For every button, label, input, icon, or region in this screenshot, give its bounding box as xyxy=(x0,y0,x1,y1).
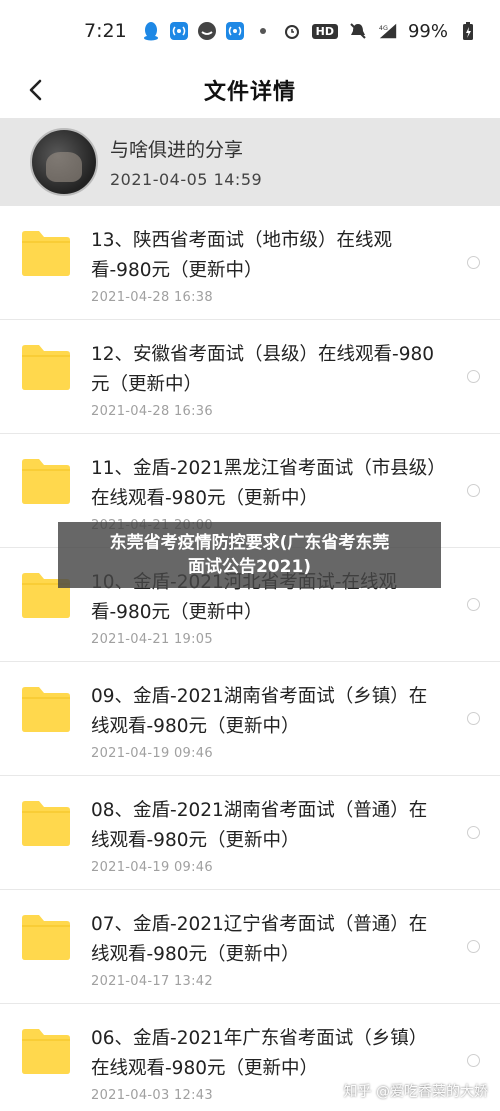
svg-text:4G: 4G xyxy=(379,25,388,32)
file-date: 2021-04-21 19:05 xyxy=(91,632,213,647)
file-name: 08、金盾-2021湖南省考面试（普通）在线观看-980元（更新中） xyxy=(91,800,428,851)
signal-icon: 4G xyxy=(378,21,398,41)
file-item[interactable]: 07、金盾-2021辽宁省考面试（普通）在线观看-980元（更新中） 2021-… xyxy=(0,890,500,1004)
share-header: 与啥俱进的分享 2021-04-05 14:59 xyxy=(0,118,500,206)
select-radio[interactable] xyxy=(467,826,480,839)
select-radio[interactable] xyxy=(467,712,480,725)
overlay-line-2: 面试公告2021) xyxy=(187,557,312,577)
file-name: 11、金盾-2021黑龙江省考面试（市县级）在线观看-980元（更新中） xyxy=(91,458,437,509)
status-right: HD 4G 99% xyxy=(282,21,478,42)
overlay-banner: 东莞省考疫情防控要求(广东省考东莞 面试公告2021) xyxy=(58,522,441,588)
file-name: 13、陕西省考面试（地市级）在线观看-980元（更新中） xyxy=(91,230,393,281)
folder-icon xyxy=(22,459,70,504)
more-dot-icon xyxy=(253,21,273,41)
back-button[interactable] xyxy=(18,72,54,108)
file-name: 12、安徽省考面试（县级）在线观看-980元（更新中） xyxy=(91,344,435,395)
overlay-line-1: 东莞省考疫情防控要求(广东省考东莞 xyxy=(109,533,390,553)
folder-icon xyxy=(22,915,70,960)
file-item[interactable]: 08、金盾-2021湖南省考面试（普通）在线观看-980元（更新中） 2021-… xyxy=(0,776,500,890)
watermark: 知乎 @爱吃香菜的大娇 xyxy=(343,1084,488,1100)
battery-text: 99% xyxy=(407,20,448,42)
folder-icon xyxy=(22,1029,70,1074)
title-bar: 文件详情 xyxy=(0,62,500,118)
hd-icon: HD xyxy=(311,23,338,39)
file-item[interactable]: 09、金盾-2021湖南省考面试（乡镇）在线观看-980元（更新中） 2021-… xyxy=(0,662,500,776)
file-date: 2021-04-28 16:36 xyxy=(91,404,213,419)
alarm-icon xyxy=(282,21,302,41)
file-list: 13、陕西省考面试（地市级）在线观看-980元（更新中） 2021-04-28 … xyxy=(0,206,500,1111)
select-radio[interactable] xyxy=(467,940,480,953)
select-radio[interactable] xyxy=(467,598,480,611)
app-icon xyxy=(197,21,217,41)
status-bar: 7:21 HD 4G 99% xyxy=(0,0,500,62)
share-date: 2021-04-05 14:59 xyxy=(110,170,263,189)
file-date: 2021-04-19 09:46 xyxy=(91,860,213,875)
select-radio[interactable] xyxy=(467,256,480,269)
notification-icons xyxy=(141,21,273,41)
file-date: 2021-04-28 16:38 xyxy=(91,290,213,305)
share-info: 与啥俱进的分享 2021-04-05 14:59 xyxy=(110,135,262,189)
folder-icon xyxy=(22,345,70,390)
select-radio[interactable] xyxy=(467,484,480,497)
folder-icon xyxy=(22,231,70,276)
file-date: 2021-04-19 09:46 xyxy=(91,746,213,761)
file-name: 06、金盾-2021年广东省考面试（乡镇）在线观看-980元（更新中） xyxy=(91,1028,428,1079)
hotspot-icon-2 xyxy=(225,21,245,41)
qq-icon xyxy=(141,21,161,41)
select-radio[interactable] xyxy=(467,1054,480,1067)
chevron-left-icon xyxy=(29,79,42,101)
mute-icon xyxy=(348,21,368,41)
share-name: 与啥俱进的分享 xyxy=(110,139,244,161)
file-name: 07、金盾-2021辽宁省考面试（普通）在线观看-980元（更新中） xyxy=(91,914,428,965)
file-item[interactable]: 12、安徽省考面试（县级）在线观看-980元（更新中） 2021-04-28 1… xyxy=(0,320,500,434)
status-time: 7:21 xyxy=(84,20,127,42)
hotspot-icon xyxy=(169,21,189,41)
folder-icon xyxy=(22,801,70,846)
file-item[interactable]: 13、陕西省考面试（地市级）在线观看-980元（更新中） 2021-04-28 … xyxy=(0,206,500,320)
select-radio[interactable] xyxy=(467,370,480,383)
file-date: 2021-04-17 13:42 xyxy=(91,974,213,989)
folder-icon xyxy=(22,687,70,732)
file-name: 09、金盾-2021湖南省考面试（乡镇）在线观看-980元（更新中） xyxy=(91,686,428,737)
battery-charging-icon xyxy=(458,21,478,41)
page-title: 文件详情 xyxy=(203,80,296,105)
avatar[interactable] xyxy=(30,128,98,196)
